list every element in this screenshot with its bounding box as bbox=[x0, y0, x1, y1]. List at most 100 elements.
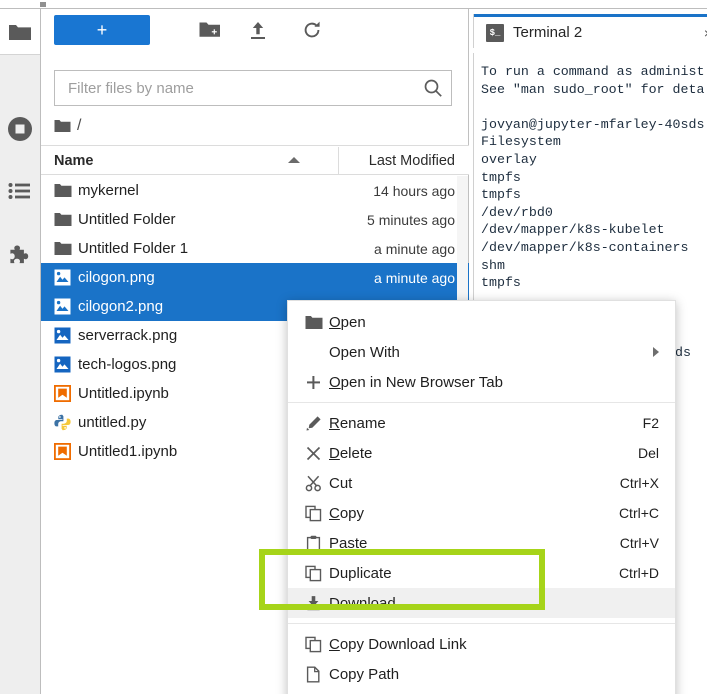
upload-icon bbox=[249, 21, 267, 40]
image-icon bbox=[54, 355, 76, 375]
notebook-icon bbox=[54, 442, 76, 462]
file-name: Untitled1.ipynb bbox=[78, 443, 178, 460]
menu-item-rename[interactable]: Rename F2 bbox=[288, 408, 675, 438]
file-list-column-header: Name Last Modified bbox=[41, 145, 469, 175]
breadcrumb[interactable]: / bbox=[54, 113, 452, 139]
image-icon bbox=[54, 297, 76, 317]
new-launcher-button[interactable]: + bbox=[54, 15, 150, 45]
folder-icon bbox=[54, 239, 76, 259]
menu-item-label: Open bbox=[329, 313, 366, 331]
file-name: tech-logos.png bbox=[78, 356, 177, 373]
menu-item-duplicate[interactable]: Duplicate Ctrl+D bbox=[288, 558, 675, 588]
notebook-icon bbox=[54, 384, 76, 404]
sidebar-item-running[interactable] bbox=[0, 103, 40, 155]
menu-item-paste[interactable]: Paste Ctrl+V bbox=[288, 528, 675, 558]
copy-icon bbox=[305, 505, 329, 522]
menu-item-label: Delete bbox=[329, 444, 373, 462]
menu-item-cut[interactable]: Cut Ctrl+X bbox=[288, 468, 675, 498]
menu-item-copy-download-link[interactable]: Copy Download Link bbox=[288, 629, 675, 659]
menu-item-label: Open With bbox=[329, 343, 400, 361]
file-name: serverrack.png bbox=[78, 327, 178, 344]
scissors-icon bbox=[305, 475, 329, 492]
refresh-button[interactable] bbox=[299, 18, 325, 42]
pencil-icon bbox=[305, 415, 329, 432]
puzzle-icon bbox=[7, 244, 33, 270]
stop-circle-icon bbox=[7, 116, 33, 142]
menu-item-delete[interactable]: Delete Del bbox=[288, 438, 675, 468]
file-name: Untitled Folder bbox=[78, 211, 176, 228]
breadcrumb-path[interactable]: / bbox=[77, 117, 81, 135]
folder-icon bbox=[54, 119, 71, 133]
terminal-line: shm bbox=[481, 257, 505, 273]
menu-item-label: Cut bbox=[329, 474, 353, 492]
sidebar-item-extensions[interactable] bbox=[0, 231, 40, 283]
filter-files-box[interactable] bbox=[54, 70, 452, 106]
terminal-icon: $_ bbox=[486, 23, 504, 42]
plus-icon bbox=[305, 374, 329, 391]
file-name: Untitled.ipynb bbox=[78, 385, 169, 402]
file-icon bbox=[305, 666, 329, 683]
menu-item-open-in-new-browser-tab[interactable]: Open in New Browser Tab bbox=[288, 367, 675, 397]
folder-icon bbox=[8, 22, 32, 42]
activity-bar bbox=[0, 9, 41, 694]
file-name: cilogon.png bbox=[78, 269, 155, 286]
copy-icon bbox=[305, 565, 329, 582]
column-divider bbox=[338, 147, 339, 175]
terminal-line: tmpfs bbox=[481, 169, 521, 185]
search-icon bbox=[423, 78, 443, 98]
menu-item-shortcut: Del bbox=[637, 445, 659, 461]
chevron-right-icon bbox=[653, 347, 659, 357]
terminal-line: tmpfs bbox=[481, 275, 521, 291]
new-folder-button[interactable] bbox=[197, 18, 223, 42]
file-browser-toolbar: + bbox=[41, 9, 469, 53]
terminal-line: See "man sudo_root" for deta bbox=[481, 81, 705, 97]
upload-button[interactable] bbox=[245, 18, 271, 42]
menu-item-shortcut: Ctrl+X bbox=[619, 475, 659, 491]
file-name: mykernel bbox=[78, 182, 139, 199]
menu-item-label: Paste bbox=[329, 534, 368, 552]
menu-item-label: Rename bbox=[329, 414, 386, 432]
terminal-line: overlay bbox=[481, 151, 537, 167]
menu-item-label: Copy Path bbox=[329, 665, 400, 683]
terminal-line: /dev/mapper/k8s-kubelet bbox=[481, 222, 665, 238]
menu-item-copy[interactable]: Copy Ctrl+C bbox=[288, 498, 675, 528]
menu-item-label: Duplicate bbox=[329, 564, 392, 582]
terminal-line: jovyan@jupyter-mfarley-40sds bbox=[481, 116, 705, 132]
sort-ascending-arrow[interactable] bbox=[288, 157, 300, 163]
window-top-nub bbox=[40, 2, 46, 7]
file-context-menu: Open Open With Open in New Browser Tab Rena… bbox=[287, 300, 676, 694]
file-list-item[interactable]: cilogon.png a minute ago bbox=[41, 263, 469, 292]
search-input[interactable] bbox=[55, 71, 417, 105]
column-header-last-modified[interactable]: Last Modified bbox=[369, 146, 455, 175]
sidebar-item-commands[interactable] bbox=[0, 165, 40, 217]
jupyterlab-window: + Filter files by name / Name Last Modif… bbox=[0, 0, 707, 694]
clipboard-icon bbox=[305, 535, 329, 552]
file-name: cilogon2.png bbox=[78, 298, 164, 315]
file-list-item[interactable]: Untitled Folder 1 a minute ago bbox=[41, 234, 469, 263]
menu-separator bbox=[288, 623, 675, 624]
file-list-item[interactable]: mykernel 14 hours ago bbox=[41, 176, 469, 205]
sidebar-item-file-browser[interactable] bbox=[0, 9, 40, 54]
menu-item-label: Download bbox=[329, 594, 396, 612]
image-icon bbox=[54, 326, 76, 346]
menu-item-label: Open in New Browser Tab bbox=[329, 373, 503, 391]
folder-icon bbox=[54, 181, 76, 201]
menu-item-open-with[interactable]: Open With bbox=[288, 337, 675, 367]
folder-icon bbox=[54, 210, 76, 230]
close-x-icon bbox=[305, 445, 329, 462]
file-list-item[interactable]: Untitled Folder 5 minutes ago bbox=[41, 205, 469, 234]
column-header-name[interactable]: Name bbox=[54, 146, 294, 175]
dock-tabbar: $_ Terminal 2 × bbox=[473, 14, 707, 48]
menu-item-label: Copy Download Link bbox=[329, 635, 467, 653]
file-last-modified: 5 minutes ago bbox=[367, 211, 455, 228]
image-icon bbox=[54, 268, 76, 288]
tab-terminal-2[interactable]: $_ Terminal 2 × bbox=[474, 17, 707, 48]
terminal-line: /dev/mapper/k8s-containers bbox=[481, 239, 689, 255]
menu-item-open[interactable]: Open bbox=[288, 307, 675, 337]
menu-item-shortcut: Ctrl+D bbox=[618, 565, 659, 581]
menu-item-download[interactable]: Download bbox=[288, 588, 675, 618]
menu-item-copy-path[interactable]: Copy Path bbox=[288, 659, 675, 689]
file-last-modified: 14 hours ago bbox=[373, 182, 455, 199]
terminal-line: To run a command as administ bbox=[481, 64, 705, 79]
